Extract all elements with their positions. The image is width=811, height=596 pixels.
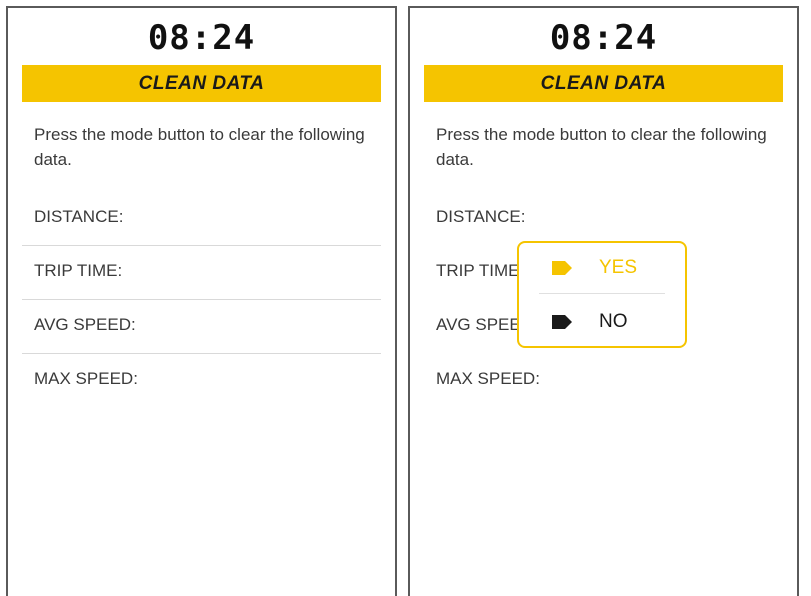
popup-divider	[539, 293, 665, 294]
row-label: TRIP TIME:	[436, 261, 525, 280]
row-label: TRIP TIME:	[34, 261, 123, 280]
data-row-distance: DISTANCE:	[424, 192, 783, 246]
data-row-avg-speed: AVG SPEED:	[22, 300, 381, 354]
yes-option[interactable]: YES	[519, 245, 685, 291]
device-screen-right: 08:24 CLEAN DATA Press the mode button t…	[408, 6, 799, 596]
no-label: NO	[599, 311, 628, 332]
data-row-max-speed: MAX SPEED:	[22, 354, 381, 408]
screen-title: CLEAN DATA	[540, 73, 667, 94]
row-label: AVG SPEED:	[34, 315, 136, 334]
row-label: MAX SPEED:	[34, 369, 138, 388]
data-row-trip-time: TRIP TIME:	[22, 246, 381, 300]
instructions-text: Press the mode button to clear the follo…	[34, 125, 365, 169]
tag-icon	[552, 261, 572, 275]
row-label: MAX SPEED:	[436, 369, 540, 388]
screen-title: CLEAN DATA	[138, 73, 265, 94]
data-row-distance: DISTANCE:	[22, 192, 381, 246]
instructions-text: Press the mode button to clear the follo…	[436, 125, 767, 169]
title-bar: CLEAN DATA	[22, 65, 381, 102]
tag-icon	[552, 315, 572, 329]
no-option[interactable]: NO	[519, 299, 685, 345]
yes-label: YES	[599, 257, 638, 278]
device-screen-left: 08:24 CLEAN DATA Press the mode button t…	[6, 6, 397, 596]
row-label: DISTANCE:	[436, 207, 526, 226]
clock: 08:24	[147, 18, 256, 58]
row-label: DISTANCE:	[34, 207, 124, 226]
title-bar: CLEAN DATA	[424, 65, 783, 102]
data-row-max-speed: MAX SPEED:	[424, 354, 783, 408]
confirm-popup: YES NO	[517, 241, 687, 348]
clock: 08:24	[549, 18, 658, 58]
